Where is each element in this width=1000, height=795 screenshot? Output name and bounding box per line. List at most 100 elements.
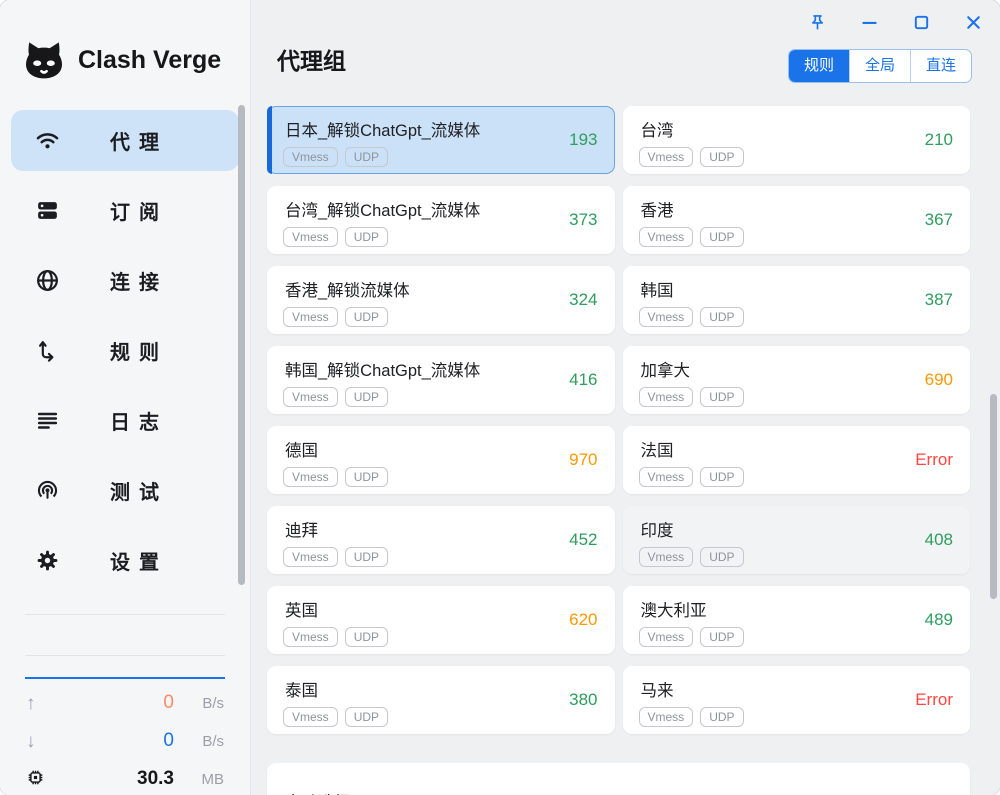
brand-name: Clash Verge [78,46,221,75]
proxy-card[interactable]: 韩国_解锁ChatGpt_流媒体 Vmess UDP 416 [267,346,615,414]
proxy-badges: Vmess UDP [283,147,599,167]
proxy-name: 加拿大 [639,357,955,381]
proxy-card[interactable]: 台湾 Vmess UDP 210 [623,106,971,174]
proxy-card[interactable]: 迪拜 Vmess UDP 452 [267,506,615,574]
protocol-badge: Vmess [639,307,694,327]
sidebar-item-label: 规则 [110,336,168,365]
sidebar-item-rules[interactable]: 规则 [11,320,239,381]
proxy-card[interactable]: 英国 Vmess UDP 620 [267,586,615,654]
proxy-badges: Vmess UDP [639,707,955,727]
globe-icon [35,268,60,293]
proxy-badges: Vmess UDP [283,227,599,247]
protocol-badge: Vmess [283,547,338,567]
latency-value[interactable]: 970 [569,450,597,470]
protocol-badge: Vmess [283,227,338,247]
minimize-icon[interactable] [858,11,881,34]
protocol-badge: Vmess [283,387,338,407]
arrow-down-icon: ↓ [26,732,48,751]
proxy-card[interactable]: 韩国 Vmess UDP 387 [623,266,971,334]
latency-value[interactable]: 210 [925,130,953,150]
cat-icon [20,36,68,84]
proxy-card[interactable]: 印度 Vmess UDP 408 [623,506,971,574]
udp-badge: UDP [700,707,743,727]
latency-value[interactable]: 408 [925,530,953,550]
sidebar-item-settings[interactable]: 设置 [11,530,239,591]
proxy-card[interactable]: 法国 Vmess UDP Error [623,426,971,494]
sidebar-item-test[interactable]: 测试 [11,460,239,521]
udp-badge: UDP [700,467,743,487]
sidebar-item-label: 测试 [110,476,168,505]
protocol-badge: Vmess [639,547,694,567]
proxy-name: 迪拜 [283,517,599,541]
latency-value[interactable]: 324 [569,290,597,310]
protocol-badge: Vmess [639,467,694,487]
latency-value[interactable]: 373 [569,210,597,230]
udp-badge: UDP [345,467,388,487]
latency-value[interactable]: 193 [569,130,597,150]
proxy-badges: Vmess UDP [639,627,955,647]
proxy-card[interactable]: 澳大利亚 Vmess UDP 489 [623,586,971,654]
tab-rule[interactable]: 规则 [789,50,849,82]
mode-tabs: 规则 全局 直连 [788,49,972,83]
protocol-badge: Vmess [283,627,338,647]
proxy-name: 马来 [639,677,955,701]
close-icon[interactable] [962,11,985,34]
proxy-badges: Vmess UDP [283,627,599,647]
udp-badge: UDP [345,387,388,407]
proxy-badges: Vmess UDP [639,547,955,567]
next-group-card[interactable]: 自动选择 [267,763,970,795]
main-header: 代理组 规则 全局 直连 [251,0,1000,106]
udp-badge: UDP [345,147,388,167]
proxy-card[interactable]: 日本_解锁ChatGpt_流媒体 Vmess UDP 193 [267,106,615,174]
memory-value: 30.3 [58,768,174,790]
sidebar-item-proxies[interactable]: 代理 [11,110,239,171]
window-controls [806,11,985,34]
latency-value[interactable]: 380 [569,690,597,710]
latency-value[interactable]: 489 [925,610,953,630]
latency-value[interactable]: 387 [925,290,953,310]
proxy-card[interactable]: 台湾_解锁ChatGpt_流媒体 Vmess UDP 373 [267,186,615,254]
app-window: Clash Verge 代理 订阅 连接 [0,0,1000,795]
sidebar-scrollbar-thumb[interactable] [238,105,245,585]
latency-value[interactable]: 620 [569,610,597,630]
latency-value[interactable]: Error [915,450,953,470]
chip-icon [26,768,48,791]
proxy-name: 日本_解锁ChatGpt_流媒体 [283,117,599,141]
pin-icon[interactable] [806,11,829,34]
sidebar-item-profiles[interactable]: 订阅 [11,180,239,241]
proxy-card[interactable]: 香港 Vmess UDP 367 [623,186,971,254]
proxy-card[interactable]: 马来 Vmess UDP Error [623,666,971,734]
latency-value[interactable]: 416 [569,370,597,390]
sidebar-item-label: 日志 [110,406,168,435]
proxy-card[interactable]: 香港_解锁流媒体 Vmess UDP 324 [267,266,615,334]
proxy-name: 台湾 [639,117,955,141]
proxy-name: 香港_解锁流媒体 [283,277,599,301]
logs-icon [35,408,60,433]
memory-stat[interactable]: 30.3 MB [26,760,224,795]
udp-badge: UDP [700,547,743,567]
speedtest-icon [35,478,60,503]
list-scrollbar-thumb[interactable] [990,394,997,599]
proxy-card[interactable]: 泰国 Vmess UDP 380 [267,666,615,734]
sidebar-item-connections[interactable]: 连接 [11,250,239,311]
latency-value[interactable]: 452 [569,530,597,550]
protocol-badge: Vmess [283,467,338,487]
maximize-icon[interactable] [910,11,933,34]
proxy-name: 法国 [639,437,955,461]
udp-badge: UDP [700,627,743,647]
proxy-name: 德国 [283,437,599,461]
proxy-badges: Vmess UDP [639,467,955,487]
tab-direct[interactable]: 直连 [910,50,971,82]
sidebar-item-label: 订阅 [110,196,168,225]
proxy-card[interactable]: 加拿大 Vmess UDP 690 [623,346,971,414]
proxy-list: 日本_解锁ChatGpt_流媒体 Vmess UDP 193 台湾 Vmess … [251,106,1000,795]
tab-global[interactable]: 全局 [849,50,910,82]
proxy-badges: Vmess UDP [283,307,599,327]
protocol-badge: Vmess [283,707,338,727]
sidebar-item-logs[interactable]: 日志 [11,390,239,451]
latency-value[interactable]: 690 [925,370,953,390]
latency-value[interactable]: 367 [925,210,953,230]
proxy-card[interactable]: 德国 Vmess UDP 970 [267,426,615,494]
latency-value[interactable]: Error [915,690,953,710]
protocol-badge: Vmess [639,627,694,647]
